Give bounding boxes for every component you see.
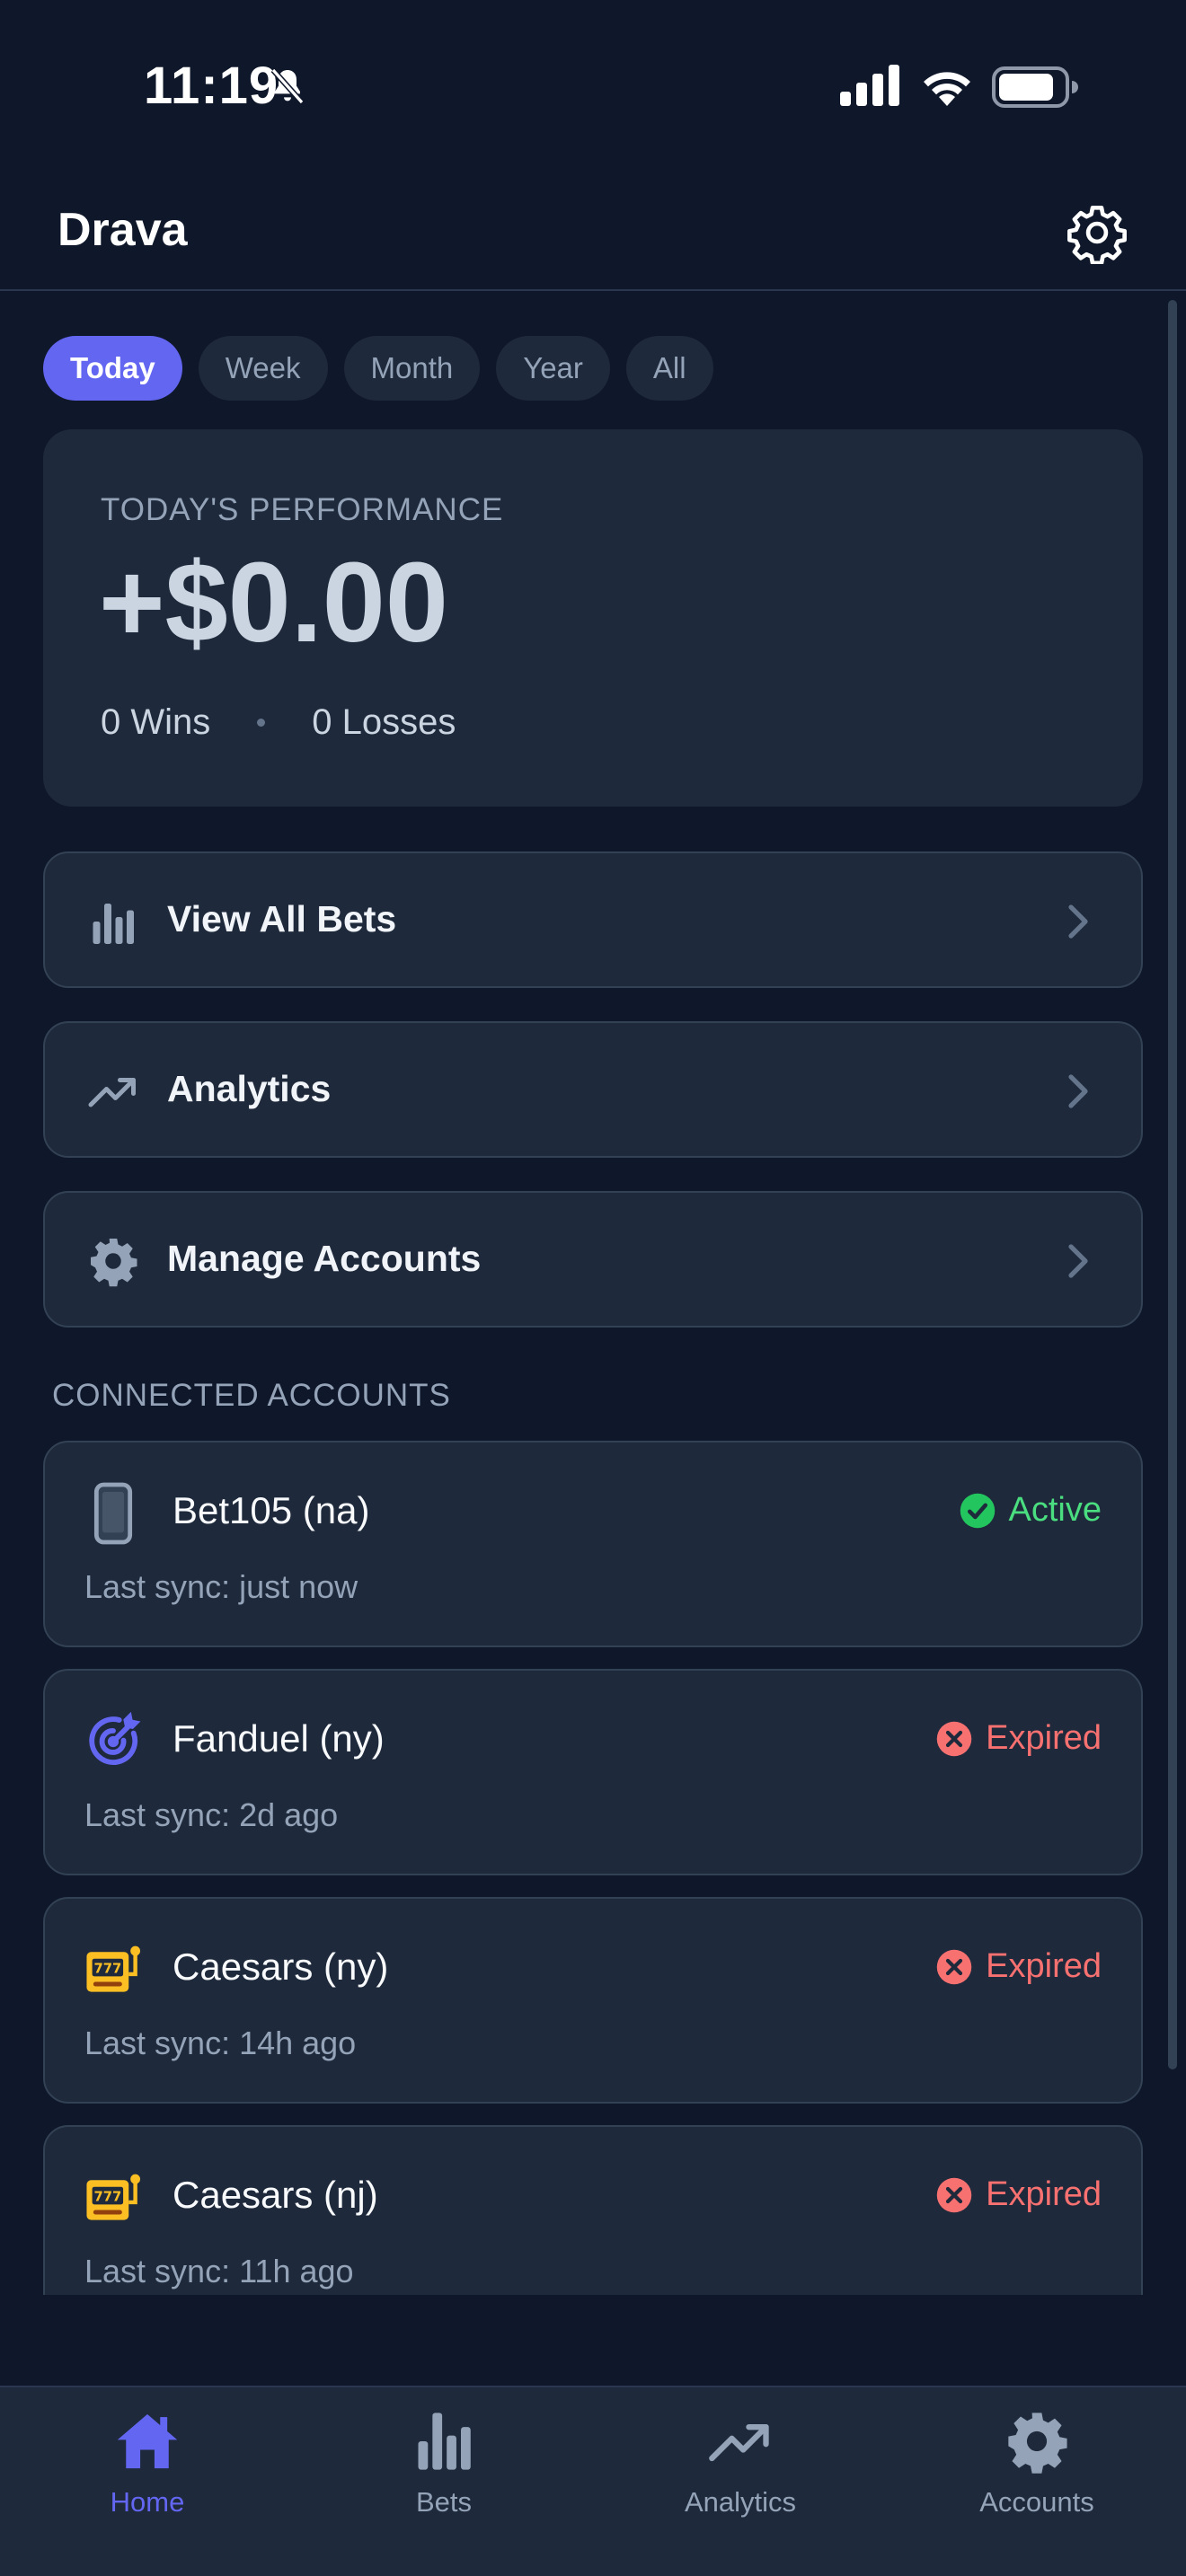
wifi-icon [924,72,970,106]
connected-accounts-heading: CONNECTED ACCOUNTS [52,1378,451,1413]
account-card-fanduel[interactable]: Fanduel (ny) Expired Last sync: 2d ago [43,1669,1143,1875]
last-sync-text: Last sync: 14h ago [84,2025,357,2061]
last-sync-text: Last sync: 11h ago [84,2253,354,2289]
nav-accounts[interactable]: Accounts [929,2407,1145,2551]
account-card-bet105[interactable]: Bet105 (na) Active Last sync: just now [43,1441,1143,1647]
account-name: Bet105 (na) [173,1489,370,1531]
view-all-bets-label: View All Bets [167,898,397,940]
target-icon [89,1711,141,1765]
bar-chart-icon [418,2413,471,2470]
account-list: Bet105 (na) Active Last sync: just now F… [0,1437,1186,2295]
tab-year[interactable]: Year [496,336,610,401]
account-name: Caesars (nj) [173,2174,378,2216]
bell-slash-icon [270,67,305,105]
analytics-button[interactable]: Analytics [43,1021,1143,1158]
nav-home-label: Home [110,2486,185,2518]
chevron-right-icon [1068,1074,1088,1108]
account-card-caesars-nj[interactable]: 777 Caesars (nj) Expired Last sync: 11h … [43,2125,1143,2295]
x-circle-icon [936,1721,972,1756]
manage-accounts-button[interactable]: Manage Accounts [43,1191,1143,1328]
chevron-right-icon [1068,904,1088,939]
status-badge-expired: Expired [935,2175,1102,2214]
svg-text:777: 777 [93,1962,121,1977]
last-sync-text: Last sync: 2d ago [84,1796,339,1833]
tab-all[interactable]: All [625,336,713,401]
slot-machine-icon: 777 [86,2174,141,2220]
chevron-right-icon [1068,1244,1088,1278]
status-text: Expired [986,1947,1102,1985]
app-title: Drava [58,204,188,256]
bar-chart-icon [93,904,134,944]
slot-machine-icon: 777 [86,1945,141,1992]
separator-dot [257,719,266,727]
tab-week[interactable]: Week [198,336,328,401]
app-header: Drava [0,171,1186,291]
losses-count: 0 Losses [312,702,456,742]
nav-accounts-label: Accounts [979,2486,1094,2518]
last-sync-text: Last sync: just now [84,1568,358,1605]
nav-analytics-label: Analytics [684,2486,797,2518]
status-text: Expired [986,2175,1102,2213]
tab-today[interactable]: Today [43,336,182,401]
phone-icon [93,1482,133,1545]
status-text: Expired [986,1719,1102,1757]
gear-icon [1008,2413,1067,2474]
performance-label: TODAY'S PERFORMANCE [101,492,504,527]
status-badge-expired: Expired [935,1947,1102,1986]
performance-card: TODAY'S PERFORMANCE +$0.00 0 Wins 0 Loss… [43,429,1143,807]
tab-month[interactable]: Month [343,336,481,401]
battery-icon [992,66,1078,108]
account-name: Fanduel (ny) [173,1717,385,1760]
status-badge-expired: Expired [935,1719,1102,1758]
x-circle-icon [936,1949,972,1984]
trending-up-icon [88,1078,136,1107]
status-badge-active: Active [959,1491,1102,1530]
performance-value: +$0.00 [99,539,448,666]
status-text: Active [1008,1491,1102,1529]
nav-analytics[interactable]: Analytics [633,2407,848,2551]
account-name: Caesars (ny) [173,1945,389,1988]
trending-up-icon [709,2424,769,2462]
manage-accounts-label: Manage Accounts [167,1238,482,1279]
gear-icon [91,1239,137,1287]
gear-icon [1067,205,1127,264]
x-circle-icon [936,2177,972,2212]
performance-stats: 0 Wins 0 Losses [101,702,456,743]
nav-bets-label: Bets [415,2486,473,2518]
bottom-nav: Home Bets Analytics Accounts [0,2386,1186,2576]
signal-icon [840,65,899,106]
account-card-caesars-ny[interactable]: 777 Caesars (ny) Expired Last sync: 14h … [43,1897,1143,2104]
status-time: 11:19 [144,57,279,115]
analytics-label: Analytics [167,1068,332,1109]
home-icon [117,2413,178,2469]
view-all-bets-button[interactable]: View All Bets [43,851,1143,988]
svg-text:777: 777 [93,2190,121,2205]
settings-button[interactable] [1062,198,1132,268]
period-tabs: Today Week Month Year All [43,336,713,401]
nav-bets[interactable]: Bets [336,2407,552,2551]
check-circle-icon [960,1493,995,1528]
nav-home[interactable]: Home [40,2407,255,2551]
wins-count: 0 Wins [101,702,211,742]
status-bar: 11:19 [0,0,1186,171]
